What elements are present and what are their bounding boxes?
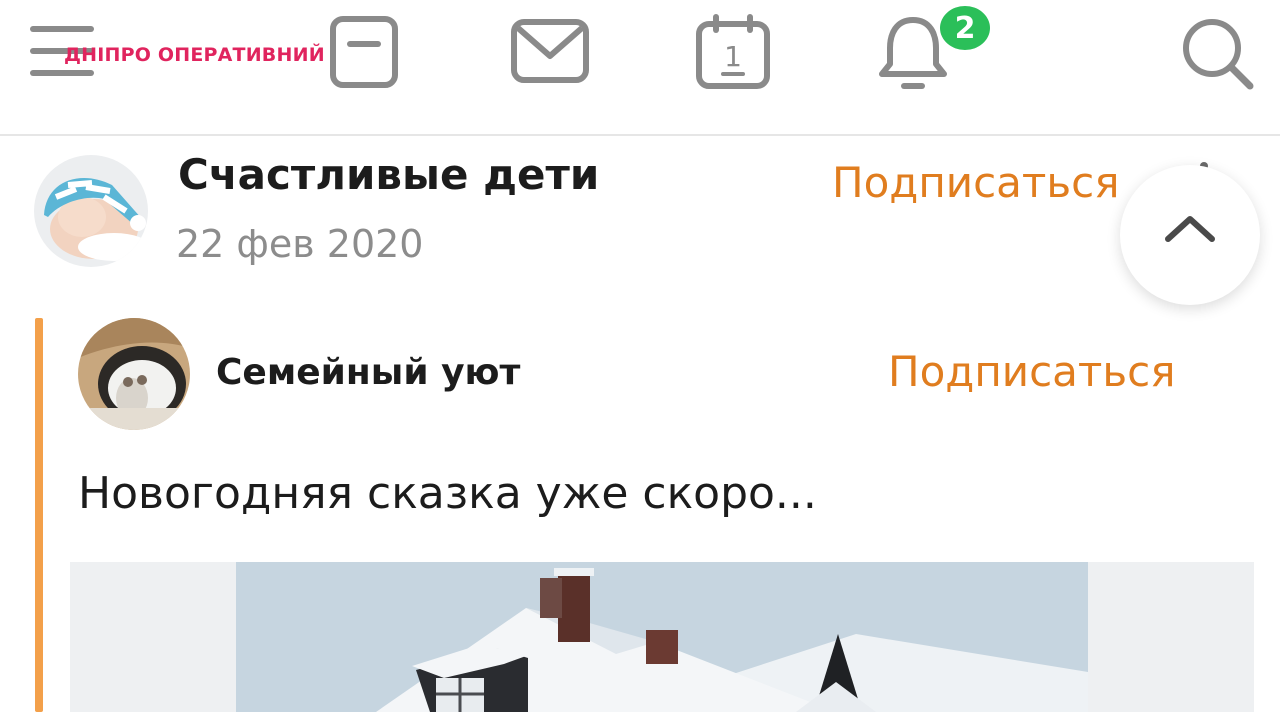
repost-subscribe-button[interactable]: Подписаться	[888, 347, 1175, 396]
group-avatar[interactable]	[34, 155, 148, 267]
post-image-frame[interactable]	[70, 562, 1254, 712]
repost-indicator	[35, 318, 43, 712]
mail-icon[interactable]	[510, 16, 590, 86]
channel-watermark: ДНІПРО ОПЕРАТИВНИЙ	[64, 40, 325, 70]
chevron-up-icon	[1165, 216, 1215, 242]
repost-group-avatar[interactable]	[78, 318, 190, 430]
svg-text:1: 1	[724, 40, 742, 73]
subscribe-button[interactable]: Подписаться	[832, 158, 1119, 207]
group-name[interactable]: Счастливые дети	[178, 150, 599, 199]
repost-group-name[interactable]: Семейный уют	[216, 352, 520, 393]
post-text: Новогодняя сказка уже скоро...	[78, 468, 817, 519]
search-icon[interactable]	[1178, 16, 1258, 92]
notification-badge: 2	[936, 2, 994, 54]
watermark-text: ДНІПРО ОПЕРАТИВНИЙ	[64, 44, 325, 66]
top-toolbar: ДНІПРО ОПЕРАТИВНИЙ 1 2	[0, 0, 1280, 136]
scroll-to-top-button[interactable]	[1120, 165, 1260, 305]
post-image[interactable]	[236, 562, 1088, 712]
notes-icon[interactable]	[328, 14, 400, 90]
post-date: 22 фев 2020	[176, 222, 424, 266]
calendar-icon[interactable]: 1	[694, 14, 772, 90]
